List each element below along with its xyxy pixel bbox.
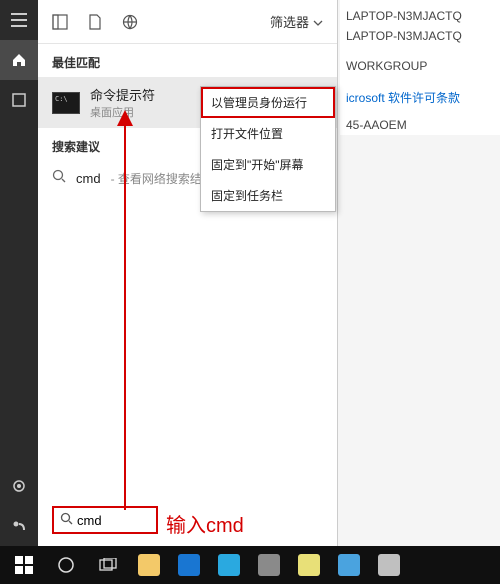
taskbar-app-ie[interactable] — [210, 550, 248, 580]
cmd-prompt-icon — [52, 92, 80, 114]
start-left-rail — [0, 0, 38, 546]
taskbar-app-edge[interactable] — [170, 550, 208, 580]
ctx-pin-start[interactable]: 固定到"开始"屏幕 — [201, 149, 335, 180]
taskbar — [0, 546, 500, 584]
start-button[interactable] — [4, 546, 44, 584]
power-icon[interactable] — [0, 506, 38, 546]
start-search-panel: 筛选器 最佳匹配 命令提示符 桌面应用 搜索建议 cmd - 查看网络搜索结果 — [38, 0, 338, 546]
taskbar-app-file-explorer[interactable] — [130, 550, 168, 580]
filter-dropdown[interactable]: 筛选器 — [270, 12, 323, 31]
search-icon — [60, 512, 73, 528]
apps-icon[interactable] — [52, 14, 68, 30]
bg-product-id: 45-AAOEM — [340, 115, 500, 135]
cortana-search-icon[interactable] — [46, 546, 86, 584]
bg-computer-name: LAPTOP-N3MJACTQ — [340, 6, 500, 26]
settings-icon[interactable] — [0, 466, 38, 506]
recent-icon[interactable] — [0, 80, 38, 120]
chevron-down-icon — [313, 14, 323, 29]
bg-workgroup: WORKGROUP — [340, 56, 500, 76]
search-icon — [52, 169, 66, 188]
suggest-hint: - 查看网络搜索结果 — [111, 170, 214, 187]
panel-top-bar: 筛选器 — [38, 0, 337, 44]
ctx-pin-taskbar[interactable]: 固定到任务栏 — [201, 180, 335, 211]
task-view-icon[interactable] — [88, 546, 128, 584]
taskbar-app-app2[interactable] — [370, 550, 408, 580]
taskbar-app-app1[interactable] — [330, 550, 368, 580]
annotation-text: 输入cmd — [166, 509, 244, 538]
background-info-panel: LAPTOP-N3MJACTQ LAPTOP-N3MJACTQ WORKGROU… — [340, 0, 500, 135]
ctx-open-location[interactable]: 打开文件位置 — [201, 118, 335, 149]
best-match-label: 最佳匹配 — [38, 44, 337, 77]
filter-label: 筛选器 — [270, 12, 309, 31]
hamburger-icon[interactable] — [0, 0, 38, 40]
taskbar-app-store[interactable] — [250, 550, 288, 580]
document-icon[interactable] — [88, 14, 102, 30]
bg-full-name: LAPTOP-N3MJACTQ — [340, 26, 500, 46]
result-title: 命令提示符 — [90, 85, 155, 104]
result-subtitle: 桌面应用 — [90, 104, 155, 120]
ctx-run-as-admin[interactable]: 以管理员身份运行 — [201, 87, 335, 118]
context-menu: 以管理员身份运行 打开文件位置 固定到"开始"屏幕 固定到任务栏 — [200, 86, 336, 212]
home-icon[interactable] — [0, 40, 38, 80]
suggest-term: cmd — [76, 171, 101, 186]
taskbar-app-paint[interactable] — [290, 550, 328, 580]
search-input[interactable] — [77, 513, 147, 528]
search-box[interactable] — [52, 506, 158, 534]
license-link[interactable]: icrosoft 软件许可条款 — [346, 91, 460, 105]
web-icon[interactable] — [122, 14, 138, 30]
